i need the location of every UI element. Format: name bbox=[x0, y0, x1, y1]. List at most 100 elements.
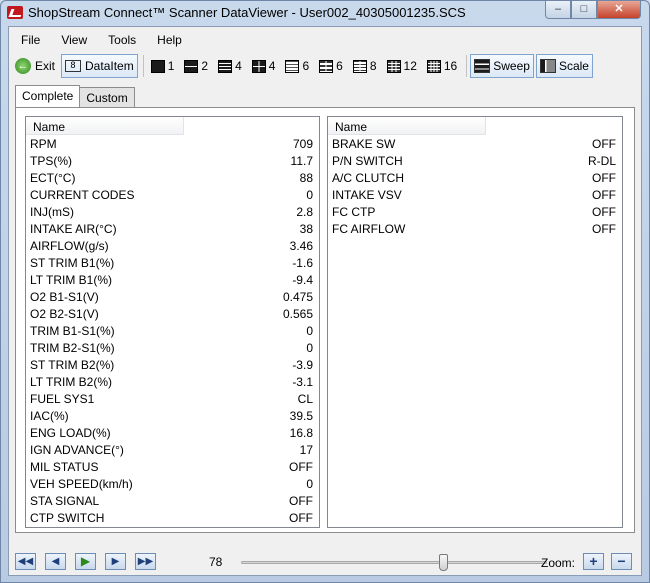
data-row[interactable]: INJ(mS) 2.8 bbox=[26, 203, 319, 220]
column-header-name[interactable]: Name bbox=[328, 117, 486, 135]
data-row[interactable]: TRIM B2-S1(%) 0 bbox=[26, 339, 319, 356]
data-row[interactable]: A/C CLUTCH OFF bbox=[328, 169, 622, 186]
minimize-button[interactable]: ‒ bbox=[545, 1, 571, 19]
layout-4-grid-button[interactable]: 4 bbox=[248, 54, 280, 78]
layout-6-row-button[interactable]: 6 bbox=[281, 54, 313, 78]
dataitem-button[interactable]: 8 DataItem bbox=[61, 54, 138, 78]
skip-forward-icon: ▶▶ bbox=[137, 556, 154, 567]
title-bar: ShopStream Connect™ Scanner DataViewer -… bbox=[1, 1, 649, 25]
data-row[interactable]: ENG LOAD(%) 16.8 bbox=[26, 424, 319, 441]
sweep-button[interactable]: Sweep bbox=[470, 54, 534, 78]
data-row[interactable]: FC AIRFLOW OFF bbox=[328, 220, 622, 237]
data-item-value: OFF bbox=[289, 510, 313, 525]
app-window: ShopStream Connect™ Scanner DataViewer -… bbox=[0, 0, 650, 583]
four-row-graph-icon bbox=[218, 59, 233, 73]
frame-slider-track[interactable] bbox=[241, 561, 547, 564]
data-row[interactable]: CURRENT CODES 0 bbox=[26, 186, 319, 203]
layout-2-button[interactable]: 2 bbox=[180, 54, 212, 78]
menu-view[interactable]: View bbox=[49, 27, 96, 49]
exit-button[interactable]: ← Exit bbox=[11, 54, 59, 78]
zoom-out-button[interactable]: − bbox=[611, 553, 632, 570]
data-row[interactable]: ST TRIM B1(%) -1.6 bbox=[26, 254, 319, 271]
playback-bar: ◀◀ ◀ ▶ ▶ ▶▶ 78 Zoom: + − bbox=[9, 547, 641, 575]
data-row[interactable]: IAC(%) 39.5 bbox=[26, 407, 319, 424]
data-row[interactable]: O2 B2-S1(V) 0.565 bbox=[26, 305, 319, 322]
plus-icon: + bbox=[589, 553, 598, 569]
data-row[interactable]: INTAKE AIR(°C) 38 bbox=[26, 220, 319, 237]
layout-4-grid-label: 4 bbox=[268, 59, 276, 73]
data-item-value: 16.8 bbox=[289, 425, 313, 440]
frame-number: 78 bbox=[209, 555, 223, 569]
menu-bar: File View Tools Help bbox=[9, 27, 641, 49]
step-forward-button[interactable]: ▶ bbox=[105, 553, 126, 570]
data-item-value: 0 bbox=[306, 187, 313, 202]
data-item-name: TPS(%) bbox=[30, 153, 72, 168]
client-area: File View Tools Help ← Exit 8 DataItem 1… bbox=[8, 26, 642, 576]
data-row[interactable]: RPM 709 bbox=[26, 135, 319, 152]
zoom-label: Zoom: bbox=[541, 556, 576, 570]
data-item-value: 0.565 bbox=[282, 306, 313, 321]
data-list-right[interactable]: Name BRAKE SW OFF P/N SWITCH R-DL A/C CLUTCH… bbox=[327, 116, 623, 528]
data-row[interactable]: STA SIGNAL OFF bbox=[26, 492, 319, 509]
layout-4-row-button[interactable]: 4 bbox=[214, 54, 246, 78]
data-row[interactable]: LT TRIM B1(%) -9.4 bbox=[26, 271, 319, 288]
layout-6-grid-label: 6 bbox=[336, 59, 343, 73]
data-row[interactable]: AIRFLOW(g/s) 3.46 bbox=[26, 237, 319, 254]
data-list-left[interactable]: Name RPM 709 TPS(%) 11.7 ECT(°C) 88 CURRENT CO… bbox=[25, 116, 320, 528]
scale-button[interactable]: Scale bbox=[535, 54, 593, 78]
data-item-name: MIL STATUS bbox=[30, 459, 99, 474]
data-item-value: 0 bbox=[306, 323, 313, 338]
data-row[interactable]: O2 B1-S1(V) 0.475 bbox=[26, 288, 319, 305]
data-row[interactable]: LT TRIM B2(%) -3.1 bbox=[26, 373, 319, 390]
six-grid-graph-icon bbox=[319, 59, 334, 73]
data-item-value: OFF bbox=[592, 136, 616, 151]
frame-slider-thumb[interactable] bbox=[438, 554, 448, 571]
data-item-name: CTP SWITCH bbox=[30, 510, 105, 525]
layout-1-button[interactable]: 1 bbox=[147, 54, 179, 78]
data-item-name: INTAKE VSV bbox=[332, 187, 402, 202]
layout-16-button[interactable]: 16 bbox=[423, 54, 461, 78]
close-button[interactable]: ✕ bbox=[597, 1, 641, 19]
step-back-icon: ◀ bbox=[51, 556, 60, 567]
data-row[interactable]: ST TRIM B2(%) -3.9 bbox=[26, 356, 319, 373]
maximize-button[interactable]: □ bbox=[571, 1, 597, 19]
first-frame-button[interactable]: ◀◀ bbox=[15, 553, 36, 570]
data-row[interactable]: VEH SPEED(km/h) 0 bbox=[26, 475, 319, 492]
tab-complete[interactable]: Complete bbox=[15, 85, 81, 107]
layout-6-grid-button[interactable]: 6 bbox=[315, 54, 347, 78]
toolbar-separator bbox=[466, 55, 468, 77]
play-button[interactable]: ▶ bbox=[75, 553, 96, 570]
data-item-value: OFF bbox=[592, 170, 616, 185]
data-row[interactable]: BRAKE SW OFF bbox=[328, 135, 622, 152]
data-row[interactable]: MIL STATUS OFF bbox=[26, 458, 319, 475]
data-row[interactable]: CTP SWITCH OFF bbox=[26, 509, 319, 526]
menu-tools[interactable]: Tools bbox=[96, 27, 145, 49]
layout-8-button[interactable]: 8 bbox=[349, 54, 381, 78]
layout-4-row-label: 4 bbox=[235, 59, 242, 73]
data-item-name: RPM bbox=[30, 136, 57, 151]
two-graph-icon bbox=[184, 59, 199, 73]
data-row[interactable]: TPS(%) 11.7 bbox=[26, 152, 319, 169]
data-row[interactable]: IGN ADVANCE(°) 17 bbox=[26, 441, 319, 458]
menu-file[interactable]: File bbox=[9, 27, 49, 49]
step-back-button[interactable]: ◀ bbox=[45, 553, 66, 570]
data-item-name: P/N SWITCH bbox=[332, 153, 403, 168]
single-graph-icon bbox=[150, 59, 165, 73]
last-frame-button[interactable]: ▶▶ bbox=[135, 553, 156, 570]
data-row[interactable]: TRIM B1-S1(%) 0 bbox=[26, 322, 319, 339]
data-row[interactable]: FUEL SYS1 CL bbox=[26, 390, 319, 407]
data-row[interactable]: ECT(°C) 88 bbox=[26, 169, 319, 186]
data-item-value: 17 bbox=[299, 442, 313, 457]
menu-help[interactable]: Help bbox=[145, 27, 191, 49]
zoom-in-button[interactable]: + bbox=[583, 553, 604, 570]
data-row[interactable]: INTAKE VSV OFF bbox=[328, 186, 622, 203]
sixteen-grid-graph-icon bbox=[426, 59, 441, 73]
data-row[interactable]: FC CTP OFF bbox=[328, 203, 622, 220]
tab-custom[interactable]: Custom bbox=[79, 87, 135, 109]
data-row[interactable]: P/N SWITCH R-DL bbox=[328, 152, 622, 169]
layout-12-button[interactable]: 12 bbox=[383, 54, 421, 78]
snapon-logo-icon bbox=[7, 6, 23, 19]
data-item-name: IAC(%) bbox=[30, 408, 69, 423]
column-header-name[interactable]: Name bbox=[26, 117, 184, 135]
data-item-name: STA SIGNAL bbox=[30, 493, 100, 508]
